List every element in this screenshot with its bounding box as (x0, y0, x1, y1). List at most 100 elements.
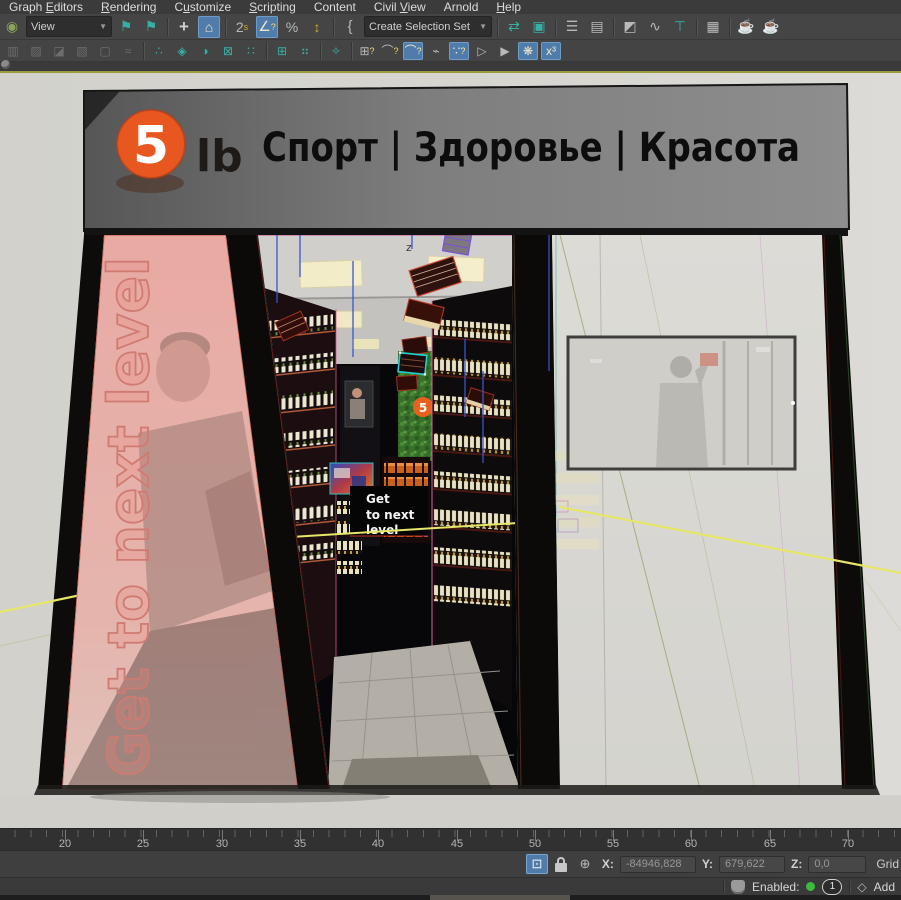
absolute-mode-transform-icon[interactable]: ⊕ (574, 854, 596, 874)
dim-tool-icon-4[interactable]: ▧ (72, 42, 92, 60)
sign-title: Спорт | Здоровье | Красота (262, 125, 800, 172)
snap-box-icon[interactable]: ⊠ (218, 42, 238, 60)
edit-named-selection-sets-icon[interactable]: { (339, 16, 361, 38)
snap-paint-icon[interactable]: ◑ (195, 42, 215, 60)
select-and-place-icon[interactable]: ⌂ (198, 16, 220, 38)
timeline-label: 35 (294, 838, 306, 850)
y-coord-field[interactable]: 679,622 (719, 856, 785, 873)
menu-graph-editors[interactable]: Graph Editors (0, 0, 92, 14)
dim-tool-icon-1[interactable]: ▥ (3, 42, 23, 60)
storefront-sign[interactable]: 5 lb Спорт | Здоровье | Красота (84, 84, 849, 231)
menu-customize[interactable]: Customize (165, 0, 240, 14)
chevron-down-icon: ▼ (479, 22, 487, 31)
named-selection-set-dropdown[interactable]: Create Selection Set▼ (364, 16, 492, 37)
select-and-manipulate-icon[interactable]: ⚑ (140, 16, 162, 38)
snap-hook-toggle-icon[interactable]: ⌒? (403, 42, 423, 60)
timeline-label: 20 (59, 838, 71, 850)
isolate-selection-toggle[interactable]: ⊡ (526, 854, 548, 874)
spinner-snap-icon[interactable]: ↕ (306, 16, 328, 38)
snap-flake-toggle-icon[interactable]: ❋ (518, 42, 538, 60)
menu-arnold[interactable]: Arnold (435, 0, 488, 14)
shield-icon[interactable] (731, 880, 745, 894)
render-iterative-icon[interactable]: ☕ (760, 16, 782, 38)
entrance-mat (342, 755, 492, 789)
timeline-ruler[interactable]: 20 25 30 35 40 45 50 55 60 65 70 (0, 828, 901, 851)
menu-content[interactable]: Content (305, 0, 365, 14)
snaps-toolbar: ▥ ▨ ◪ ▧ ▢ ≈ ∴ ◈ ◑ ⊠ ∷ ⊞ ⠶ ⟡ ⊞? ⌒? ⌒? ⌁ ∵… (0, 40, 901, 62)
grid-align-icon[interactable]: ⊞ (272, 42, 292, 60)
z-coord-label: Z: (791, 857, 802, 871)
snap-dots-icon[interactable]: ∷ (241, 42, 261, 60)
use-selection-center-icon[interactable]: ⚑ (115, 16, 137, 38)
cut-off-toolbar-icon[interactable] (1, 60, 10, 69)
z-coord-field[interactable]: 0,0 (808, 856, 866, 873)
right-glass-panel[interactable] (552, 235, 842, 789)
grid-question-icon[interactable]: ⊞? (357, 42, 377, 60)
brand-logo-text: 5 (133, 116, 169, 176)
perspective-viewport[interactable]: 5 lb Спорт | Здоровье | Красота Get to n… (0, 71, 901, 828)
3dsmax-window: Graph Editors Rendering Customize Script… (0, 0, 901, 900)
x-coord-label: X: (602, 857, 614, 871)
right-door-jamb[interactable] (512, 235, 560, 789)
snap-pivot-icon[interactable]: ◈ (172, 42, 192, 60)
angle-snap-toggle-icon[interactable]: ∠? (256, 16, 278, 38)
mini-athlete-poster (345, 381, 373, 427)
moss-logo-text: 5 (419, 401, 427, 415)
taskbar-edge (0, 895, 901, 900)
menu-rendering[interactable]: Rendering (92, 0, 165, 14)
curve-editor-icon[interactable]: ∿ (644, 16, 666, 38)
sign-bottom-band (84, 228, 848, 236)
timeline-label: 50 (529, 838, 541, 850)
promo-line-2: to next (366, 508, 415, 522)
scene-explorer-icon[interactable]: ▤ (586, 16, 608, 38)
menu-civil-view[interactable]: Civil View (365, 0, 435, 14)
dim-tool-icon-6[interactable]: ≈ (118, 42, 138, 60)
poster-vertical-text: Get to next level (97, 257, 162, 777)
snaps-toggle-button[interactable]: 2s (231, 16, 253, 38)
dim-tool-icon-3[interactable]: ◪ (49, 42, 69, 60)
timeline-label: 55 (607, 838, 619, 850)
mirror-icon[interactable]: ⇄ (503, 16, 525, 38)
circle-array-icon[interactable]: ⟡ (326, 42, 346, 60)
dash-tool-icon[interactable]: ⌁ (426, 42, 446, 60)
timeline-minor-ticks (0, 830, 901, 837)
x3-toggle-icon[interactable]: x³ (541, 42, 561, 60)
add-button[interactable]: Add (874, 880, 895, 894)
timeline-label: 30 (216, 838, 228, 850)
z-axis-label: z (406, 241, 412, 254)
enabled-label: Enabled: (752, 880, 799, 894)
percent-snap-icon[interactable]: % (281, 16, 303, 38)
timeline-label: 70 (842, 838, 854, 850)
status-bar: ⊡ ⊕ X: -84946,828 Y: 679,622 Z: 0,0 Grid (0, 850, 901, 877)
layer-manager-icon[interactable]: ☰ (561, 16, 583, 38)
align-icon[interactable]: ▣ (528, 16, 550, 38)
schematic-view-icon[interactable]: ⊤ (669, 16, 691, 38)
dots-pair-icon[interactable]: ⠶ (295, 42, 315, 60)
x-coord-field[interactable]: -84946,828 (620, 856, 696, 873)
hook-question-icon[interactable]: ⌒? (380, 42, 400, 60)
selected-spotlight[interactable] (397, 351, 429, 376)
notification-count-badge[interactable]: 1 (822, 879, 842, 895)
timeline-label: 65 (764, 838, 776, 850)
selection-lock-icon[interactable] (554, 857, 568, 872)
viewport-active-border (0, 71, 901, 73)
render-production-icon[interactable]: ☕ (735, 16, 757, 38)
wall-tv[interactable] (568, 337, 795, 469)
material-editor-icon[interactable]: ◩ (619, 16, 641, 38)
status-green-dot (806, 882, 815, 891)
dim-tool-icon-5[interactable]: ▢ (95, 42, 115, 60)
bow-tool-icon-2[interactable]: ▶ (495, 42, 515, 60)
taskbar-tab (430, 895, 570, 900)
bow-tool-icon-1[interactable]: ▷ (472, 42, 492, 60)
select-and-link-icon[interactable]: ◉ (1, 16, 23, 38)
timeline-label: 45 (451, 838, 463, 850)
timeline-label: 40 (372, 838, 384, 850)
render-setup-icon[interactable]: ▦ (702, 16, 724, 38)
reference-coordinate-system-dropdown[interactable]: View▼ (26, 16, 112, 37)
select-and-move-icon[interactable]: + (173, 16, 195, 38)
menu-help[interactable]: Help (487, 0, 530, 14)
menu-scripting[interactable]: Scripting (240, 0, 305, 14)
dim-tool-icon-2[interactable]: ▨ (26, 42, 46, 60)
snap-points-icon[interactable]: ∴ (149, 42, 169, 60)
snap-dots-toggle-icon[interactable]: ∵? (449, 42, 469, 60)
